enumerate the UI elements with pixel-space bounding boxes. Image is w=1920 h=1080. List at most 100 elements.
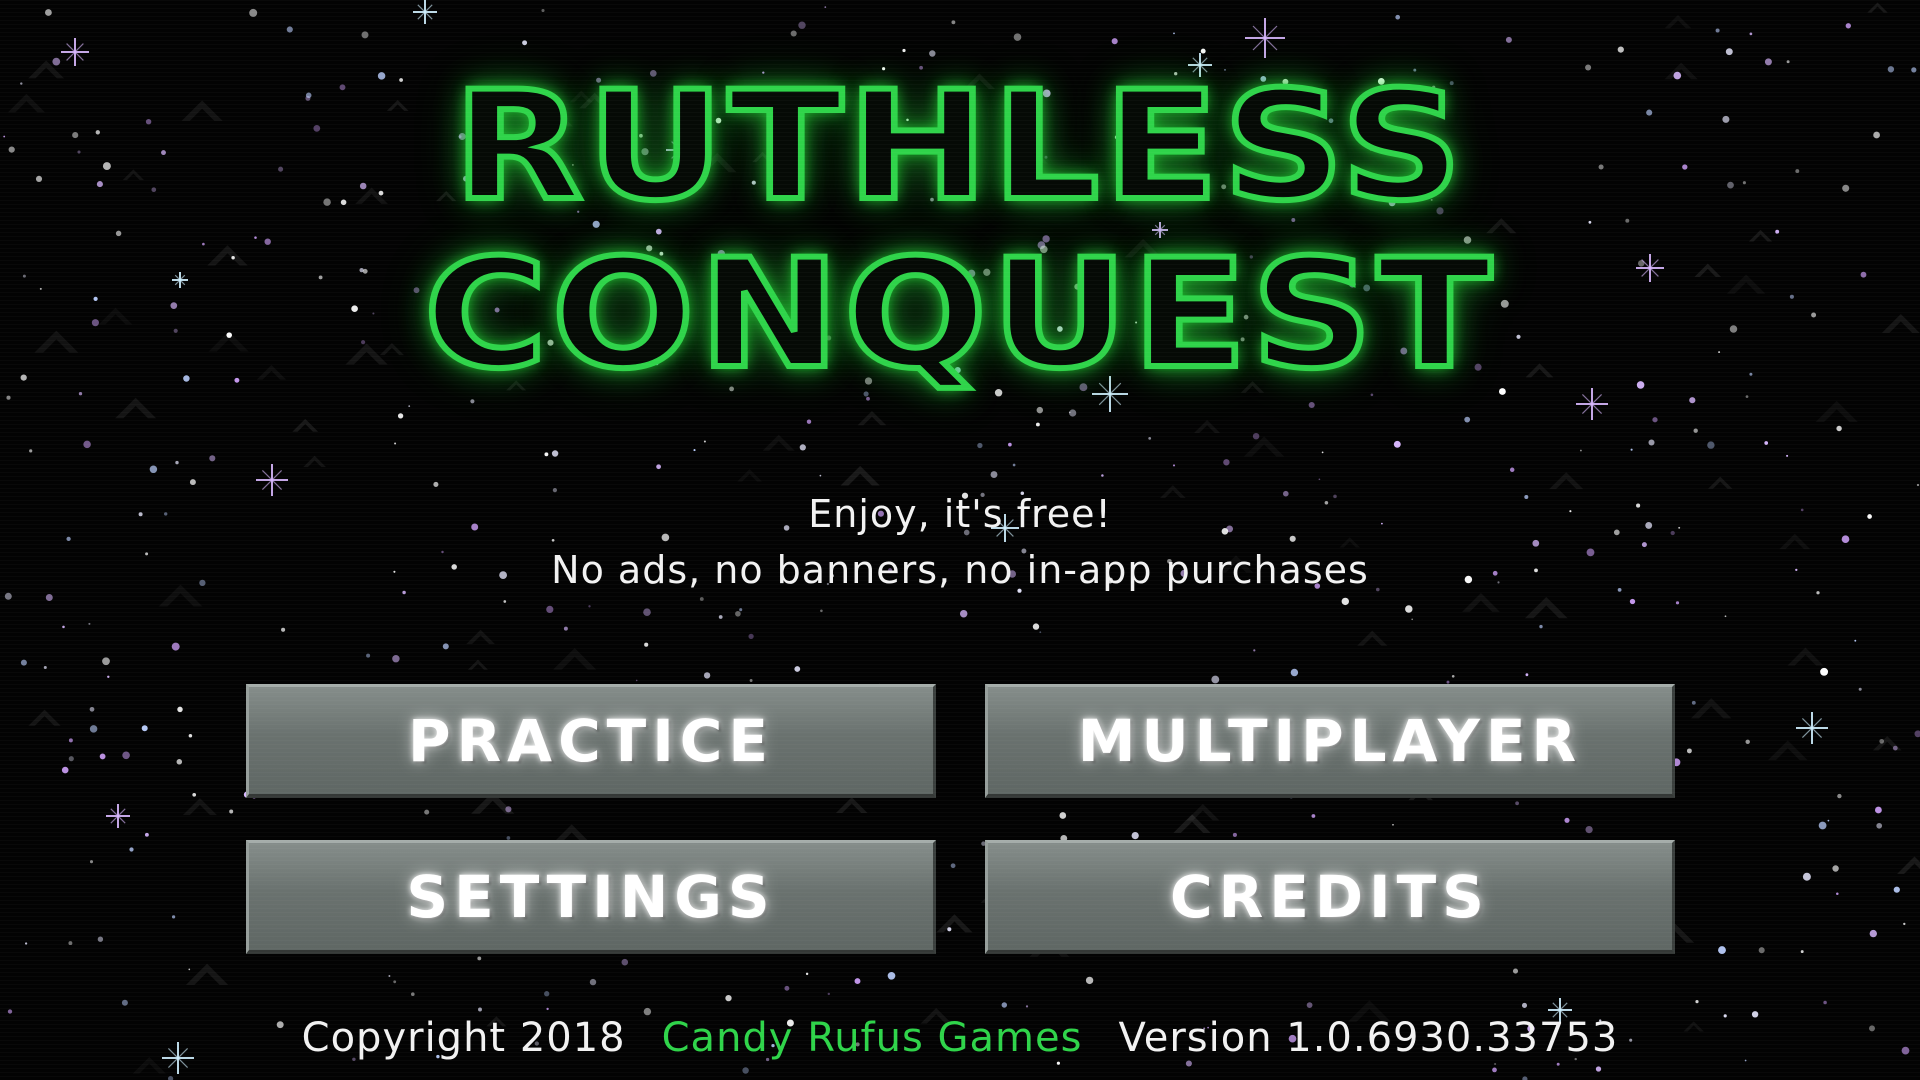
star-dot (1837, 793, 1842, 799)
dust-chevron (1186, 803, 1220, 821)
dust-chevron (1524, 596, 1568, 619)
dust-chevron (1787, 647, 1824, 666)
star-dot (1405, 605, 1413, 613)
star-dot (990, 471, 998, 479)
star-dot (99, 753, 106, 760)
star-dot (1675, 601, 1680, 605)
star-dot (20, 659, 27, 666)
star-dot (83, 440, 91, 449)
star-dot (1148, 437, 1152, 440)
star-dot (1223, 459, 1230, 466)
star-dot (1522, 1076, 1528, 1080)
star-dot (544, 452, 549, 457)
star-dot (522, 40, 528, 46)
star-dot (551, 538, 555, 542)
star-dot (1718, 946, 1726, 955)
star-dot (1521, 1002, 1528, 1008)
main-menu-screen: RUTHLESS CONQUEST Enjoy, it's free! No a… (0, 0, 1920, 1080)
star-dot (408, 405, 411, 407)
dust-chevron (1664, 14, 1692, 29)
dust-chevron (1243, 436, 1285, 457)
star-dot (1515, 801, 1519, 806)
star-dot (1854, 639, 1857, 642)
star-dot (1185, 1060, 1192, 1067)
dust-chevron (1708, 476, 1733, 489)
star-dot (1827, 819, 1830, 822)
dust-chevron (1867, 2, 1888, 13)
star-dot (621, 958, 629, 966)
star-dot (1579, 449, 1582, 452)
star-dot (171, 915, 176, 919)
star-dot (1032, 623, 1040, 630)
dust-chevron (1897, 856, 1920, 874)
star-dot (1393, 440, 1401, 448)
star-dot (951, 20, 956, 25)
star-dot (735, 610, 741, 617)
star-dot (24, 942, 28, 945)
dust-chevron (1690, 698, 1732, 719)
dust-chevron (1767, 740, 1808, 761)
star-dot (589, 978, 597, 986)
star-dot (699, 597, 704, 601)
star-dot (1749, 32, 1753, 36)
dust-chevron (303, 455, 327, 468)
star-dot (107, 675, 110, 678)
star-dot (1341, 597, 1349, 606)
star-dot (89, 725, 98, 733)
star-dot (1318, 478, 1321, 481)
star-dot (392, 654, 400, 663)
star-dot (1012, 463, 1016, 467)
star-dot (7, 1009, 13, 1014)
company-link[interactable]: Candy Rufus Games (662, 1015, 1083, 1061)
star-dot (1232, 832, 1237, 837)
practice-button[interactable]: PRACTICE (246, 684, 936, 798)
multiplayer-button[interactable]: MULTIPLAYER (985, 684, 1675, 798)
star-dot (1841, 535, 1850, 544)
star-dot (249, 8, 258, 17)
star-dot (1131, 831, 1139, 840)
version-text: Version 1.0.6930.33753 (1118, 1015, 1619, 1061)
star-dot (806, 419, 812, 424)
dust-chevron (1194, 420, 1221, 434)
star-dot (950, 863, 956, 869)
dust-chevron (1462, 593, 1500, 612)
star-dot (854, 978, 861, 985)
settings-button[interactable]: SETTINGS (246, 840, 936, 954)
star-dot (1745, 739, 1750, 745)
star-dot (281, 627, 286, 632)
star-dot (1111, 38, 1118, 45)
star-dot (43, 665, 47, 670)
star-dot (1836, 425, 1842, 432)
star-dot (29, 449, 33, 453)
star-dot (477, 956, 482, 961)
star-dot (798, 21, 806, 29)
star-dot (1715, 28, 1720, 33)
dust-chevron (1549, 472, 1584, 490)
star-dot (1494, 1062, 1497, 1066)
star-dot (209, 455, 216, 462)
star-dot (703, 672, 711, 679)
star-dot (411, 992, 415, 996)
star-dot (739, 608, 743, 612)
star-dot (1539, 624, 1543, 629)
star-dot (1321, 451, 1324, 454)
star-dot (1013, 33, 1022, 41)
star-dot (546, 605, 554, 614)
star-dot (97, 936, 104, 942)
star-dot (1892, 745, 1898, 751)
star-dot (1845, 23, 1851, 29)
sparkle-star (106, 804, 130, 828)
star-dot (1253, 649, 1256, 652)
dust-chevron (936, 914, 973, 933)
star-dot (1916, 483, 1920, 487)
star-dot (959, 609, 968, 618)
star-dot (1308, 401, 1315, 409)
star-dot (748, 633, 754, 640)
star-dot (1585, 825, 1593, 834)
star-dot (68, 941, 73, 946)
credits-button[interactable]: CREDITS (985, 840, 1675, 954)
star-dot (188, 968, 191, 971)
star-dot (1211, 675, 1220, 684)
star-dot (1001, 1002, 1008, 1008)
star-dot (887, 971, 896, 980)
